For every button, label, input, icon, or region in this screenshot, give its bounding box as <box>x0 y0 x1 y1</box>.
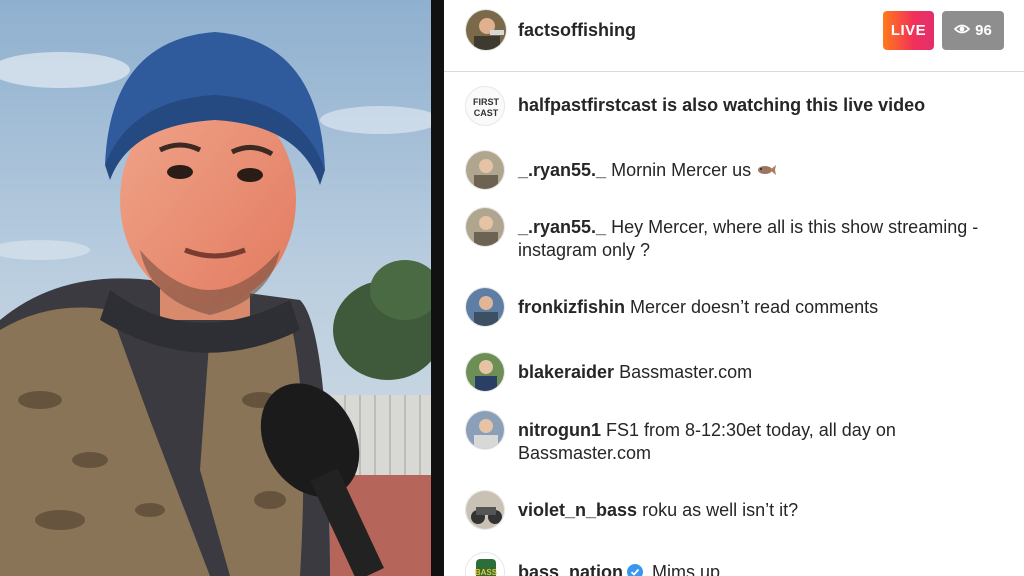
commenter-avatar[interactable] <box>465 207 505 247</box>
comment-username[interactable]: nitrogun1 <box>518 420 601 440</box>
commenter-avatar[interactable] <box>465 352 505 392</box>
live-video[interactable] <box>0 0 431 576</box>
commenter-avatar[interactable] <box>465 287 505 327</box>
live-stream-window: factsoffishing LIVE 96 FIRST CAST halfpa… <box>0 0 1024 576</box>
comment-text: Mornin Mercer us <box>611 160 752 180</box>
viewer-count-badge[interactable]: 96 <box>942 11 1004 50</box>
host-username[interactable]: factsoffishing <box>518 20 636 41</box>
notice-avatar[interactable]: FIRST CAST <box>465 86 505 126</box>
svg-text:CAST: CAST <box>474 108 499 118</box>
svg-text:FIRST: FIRST <box>473 97 500 107</box>
comment-username[interactable]: fronkizfishin <box>518 297 625 317</box>
pane-divider <box>431 0 444 576</box>
verified-badge-icon <box>627 563 644 576</box>
comment-item: BASS bass_nation Mims up <box>465 552 1005 576</box>
comment-item: _.ryan55._ Hey Mercer, where all is this… <box>465 207 1005 262</box>
comment-item: violet_n_bass roku as well isn’t it? <box>465 490 1005 530</box>
fish-emoji-icon <box>756 160 777 180</box>
comment-text: Mercer doesn’t read comments <box>630 297 879 317</box>
notice-text: is also watching this live video <box>662 95 926 115</box>
eye-icon <box>953 22 971 39</box>
comment-text: Bassmaster.com <box>619 362 753 382</box>
comment-item: blakeraider Bassmaster.com <box>465 352 1005 392</box>
stream-header: factsoffishing LIVE 96 <box>444 0 1024 72</box>
comment-username[interactable]: _.ryan55._ <box>518 217 606 237</box>
comment-item: nitrogun1 FS1 from 8-12:30et today, all … <box>465 410 1005 465</box>
comment-item: fronkizfishin Mercer doesn’t read commen… <box>465 287 1005 327</box>
commenter-avatar[interactable] <box>465 150 505 190</box>
commenter-avatar[interactable] <box>465 490 505 530</box>
comment-text: roku as well isn’t it? <box>642 500 799 520</box>
commenter-avatar[interactable]: BASS <box>465 552 505 576</box>
comment-text: Mims up <box>652 562 721 576</box>
comment-username[interactable]: bass_nation <box>518 562 623 576</box>
commenter-avatar[interactable] <box>465 410 505 450</box>
comment-username[interactable]: blakeraider <box>518 362 614 382</box>
video-frame <box>0 0 431 576</box>
comments-panel: factsoffishing LIVE 96 FIRST CAST halfpa… <box>444 0 1024 576</box>
notice-username[interactable]: halfpastfirstcast <box>518 95 657 115</box>
host-avatar[interactable] <box>465 9 507 51</box>
svg-text:BASS: BASS <box>475 568 498 576</box>
comment-username[interactable]: _.ryan55._ <box>518 160 606 180</box>
also-watching-notice: FIRST CAST halfpastfirstcast is also wat… <box>465 86 1005 126</box>
live-badge: LIVE <box>883 11 934 50</box>
comment-item: _.ryan55._ Mornin Mercer us <box>465 150 1005 190</box>
comment-username[interactable]: violet_n_bass <box>518 500 637 520</box>
viewer-count: 96 <box>975 22 992 39</box>
